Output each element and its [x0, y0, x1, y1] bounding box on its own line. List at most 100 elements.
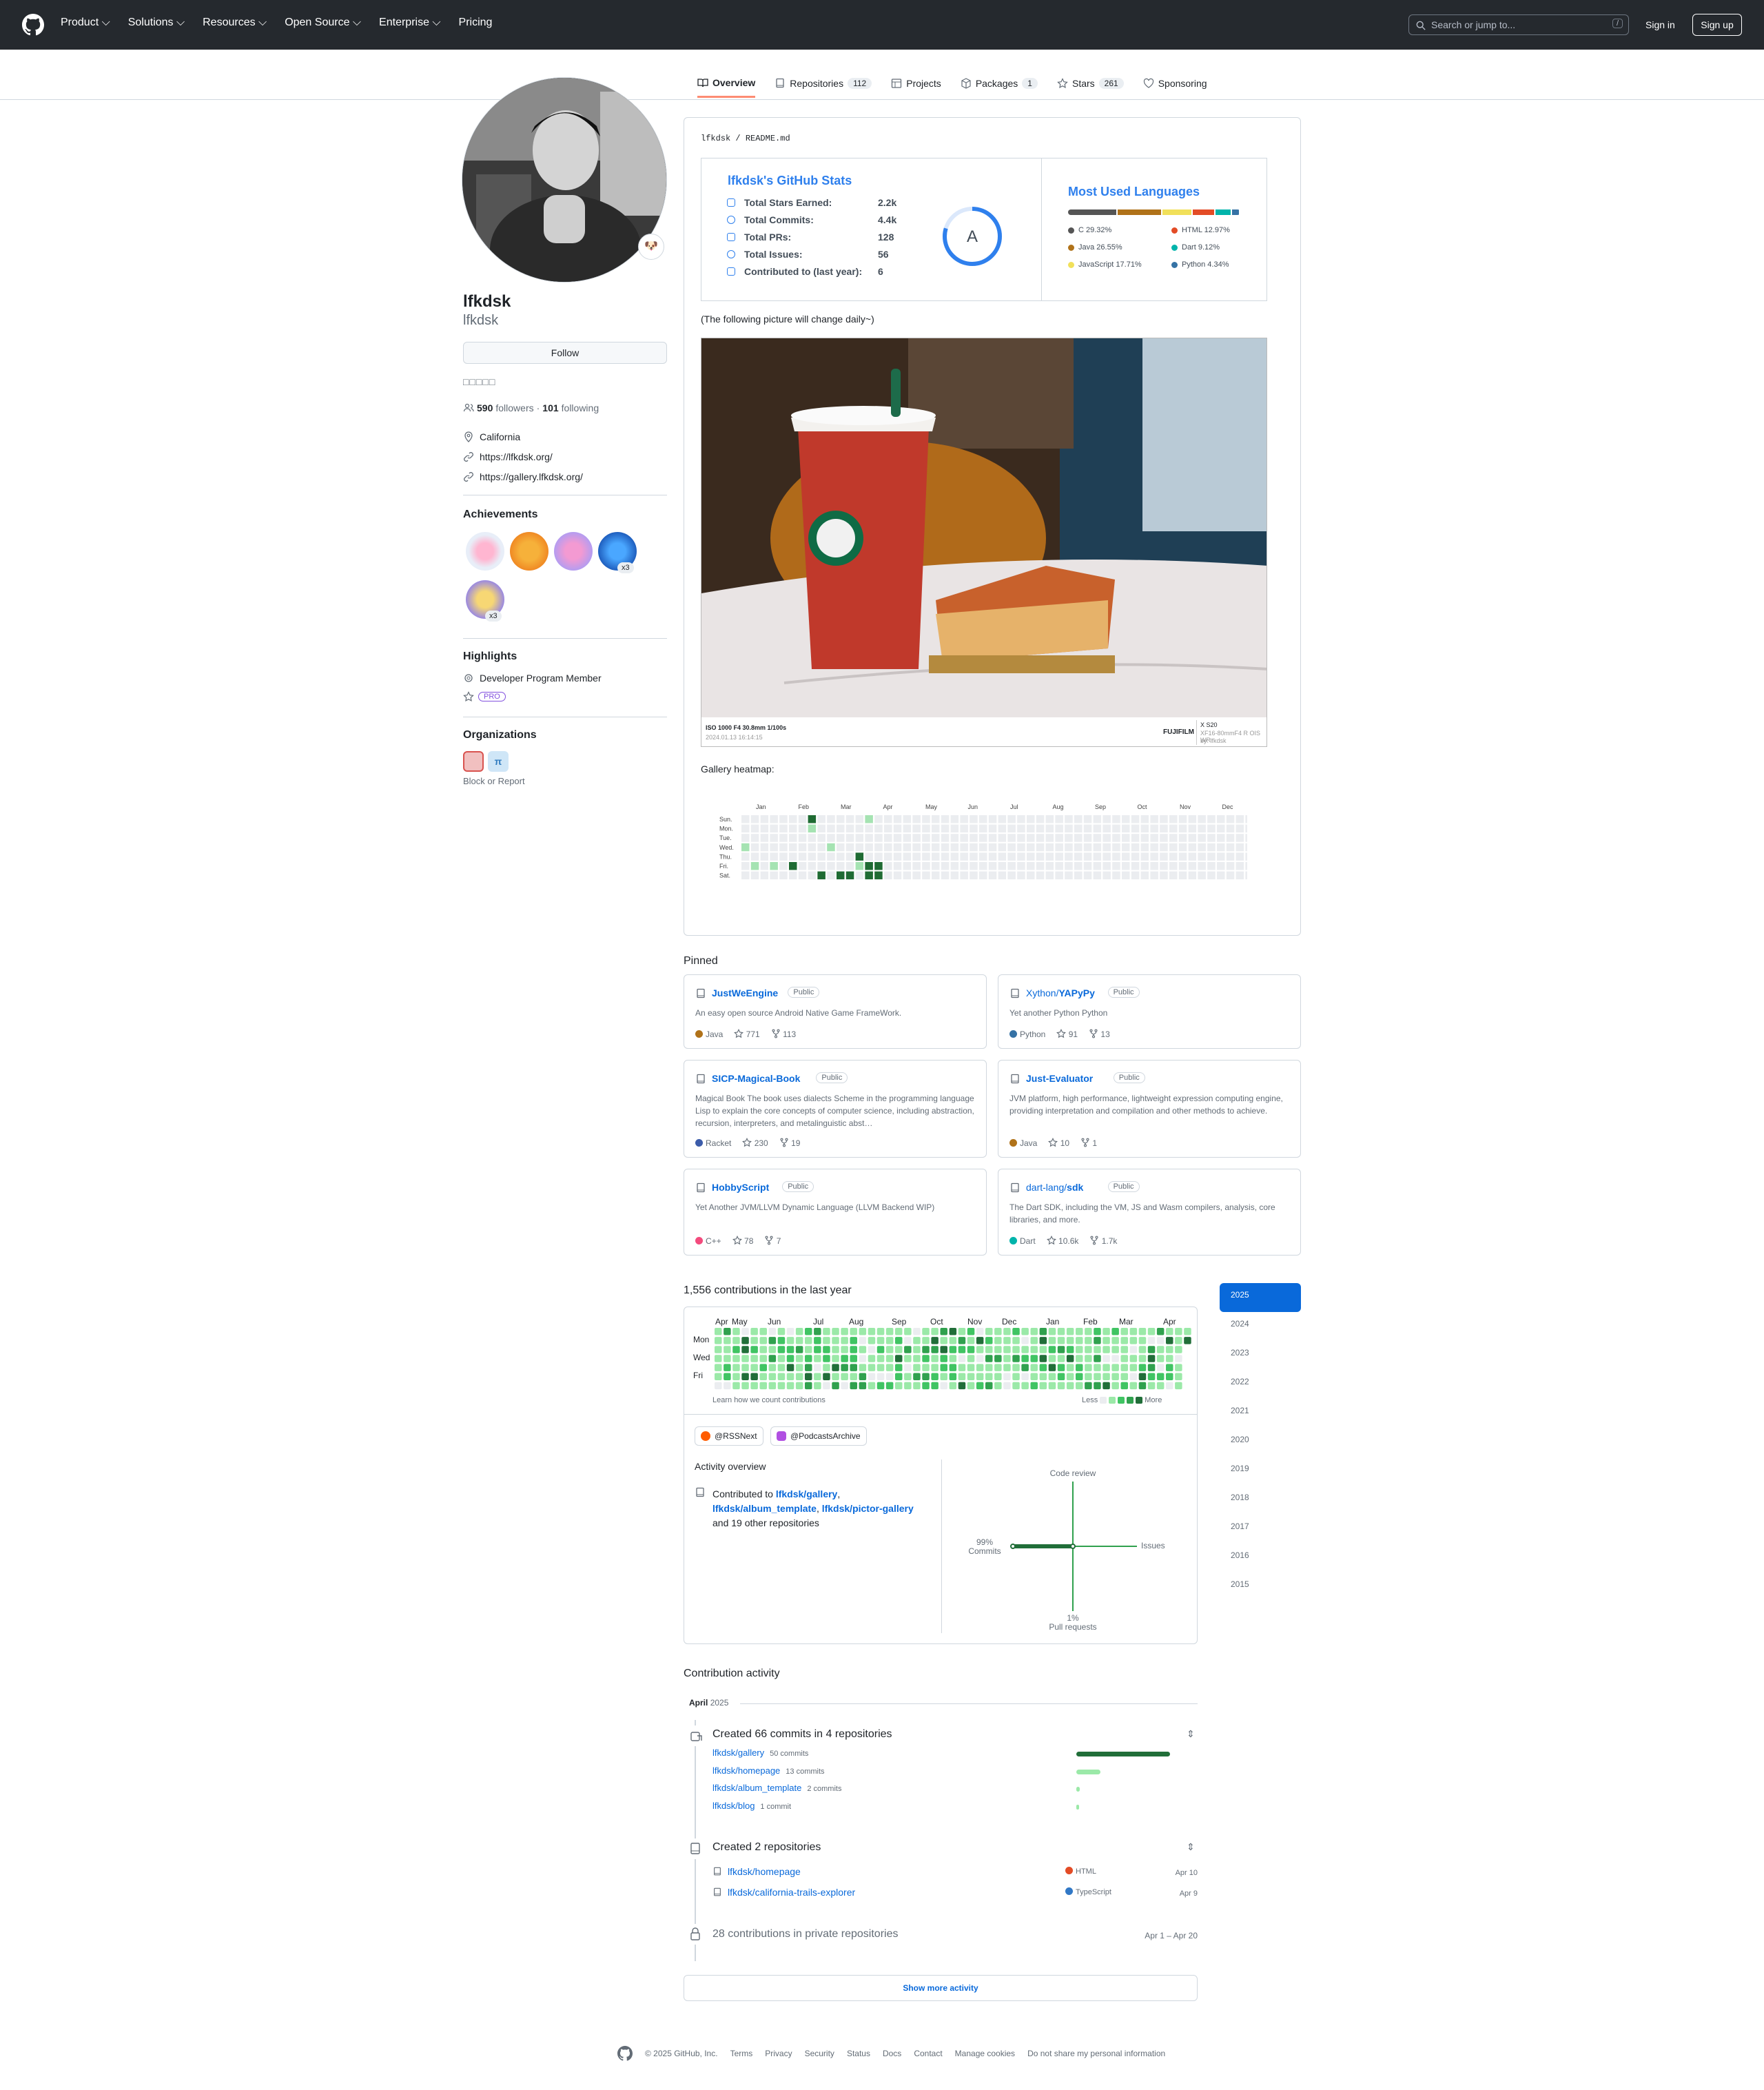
calendar-day-cell[interactable]	[795, 1346, 803, 1353]
repo-link[interactable]: lfkdsk/gallery	[776, 1488, 838, 1499]
calendar-day-cell[interactable]	[1039, 1337, 1047, 1344]
calendar-day-cell[interactable]	[759, 1364, 768, 1371]
pinned-repo-card[interactable]: JustWeEngine Public An easy open source An…	[684, 974, 987, 1049]
sign-in-link[interactable]: Sign in	[1645, 19, 1675, 30]
calendar-day-cell[interactable]	[1166, 1382, 1173, 1390]
calendar-day-cell[interactable]	[777, 1328, 786, 1335]
calendar-day-cell[interactable]	[786, 1337, 794, 1344]
calendar-day-cell[interactable]	[715, 1328, 722, 1335]
pinned-repo-name[interactable]: dart-lang/sdk	[1026, 1182, 1083, 1193]
org-avatar-rssnext[interactable]	[463, 751, 484, 772]
calendar-day-cell[interactable]	[1076, 1373, 1083, 1381]
calendar-day-cell[interactable]	[1057, 1355, 1065, 1362]
calendar-day-cell[interactable]	[823, 1373, 830, 1381]
calendar-day-cell[interactable]	[859, 1382, 867, 1390]
calendar-day-cell[interactable]	[759, 1337, 768, 1344]
calendar-day-cell[interactable]	[850, 1373, 858, 1381]
calendar-day-cell[interactable]	[967, 1355, 975, 1362]
calendar-day-cell[interactable]	[805, 1364, 812, 1371]
calendar-day-cell[interactable]	[1021, 1382, 1029, 1390]
calendar-day-cell[interactable]	[732, 1373, 740, 1381]
year-button[interactable]: 2021	[1220, 1399, 1301, 1428]
nav-enterprise[interactable]: Enterprise ⌵	[379, 17, 441, 29]
calendar-day-cell[interactable]	[1021, 1373, 1029, 1381]
calendar-day-cell[interactable]	[922, 1382, 930, 1390]
calendar-day-cell[interactable]	[1048, 1382, 1056, 1390]
calendar-day-cell[interactable]	[1021, 1355, 1029, 1362]
calendar-day-cell[interactable]	[1102, 1328, 1110, 1335]
nav-resources[interactable]: Resources ⌵	[203, 17, 267, 29]
calendar-day-cell[interactable]	[814, 1382, 821, 1390]
calendar-day-cell[interactable]	[832, 1364, 839, 1371]
pinned-repo-name[interactable]: Xython/YAPyPy	[1026, 987, 1095, 998]
calendar-day-cell[interactable]	[1085, 1373, 1092, 1381]
calendar-day-cell[interactable]	[741, 1328, 749, 1335]
calendar-day-cell[interactable]	[885, 1364, 894, 1371]
calendar-day-cell[interactable]	[904, 1346, 912, 1353]
calendar-day-cell[interactable]	[759, 1382, 768, 1390]
calendar-day-cell[interactable]	[805, 1373, 812, 1381]
calendar-day-cell[interactable]	[1175, 1364, 1182, 1371]
calendar-day-cell[interactable]	[913, 1373, 921, 1381]
repo-stars[interactable]: 78	[732, 1235, 753, 1246]
footer-link[interactable]: Status	[847, 2049, 870, 2058]
calendar-day-cell[interactable]	[732, 1346, 740, 1353]
calendar-day-cell[interactable]	[1021, 1337, 1029, 1344]
calendar-day-cell[interactable]	[1039, 1382, 1047, 1390]
year-button[interactable]: 2015	[1220, 1572, 1301, 1601]
calendar-day-cell[interactable]	[1085, 1346, 1092, 1353]
calendar-day-cell[interactable]	[1003, 1337, 1011, 1344]
calendar-day-cell[interactable]	[859, 1328, 867, 1335]
calendar-day-cell[interactable]	[741, 1355, 749, 1362]
year-button[interactable]: 2024	[1220, 1312, 1301, 1341]
calendar-day-cell[interactable]	[1066, 1373, 1074, 1381]
footer-link[interactable]: Manage cookies	[955, 2049, 1015, 2058]
calendar-day-cell[interactable]	[868, 1364, 876, 1371]
calendar-day-cell[interactable]	[1147, 1355, 1156, 1362]
calendar-day-cell[interactable]	[885, 1337, 894, 1344]
calendar-day-cell[interactable]	[850, 1328, 858, 1335]
pinned-repo-card[interactable]: Xython/YAPyPy Public Yet another Python Py…	[998, 974, 1301, 1049]
calendar-day-cell[interactable]	[1129, 1346, 1138, 1353]
calendar-day-cell[interactable]	[922, 1355, 930, 1362]
calendar-day-cell[interactable]	[750, 1364, 758, 1371]
calendar-day-cell[interactable]	[958, 1328, 966, 1335]
pinned-repo-card[interactable]: SICP-Magical-Book Public Magical Book The …	[684, 1060, 987, 1158]
calendar-day-cell[interactable]	[940, 1355, 948, 1362]
repo-title[interactable]: YAPyPy	[1058, 987, 1094, 998]
calendar-day-cell[interactable]	[922, 1337, 930, 1344]
calendar-day-cell[interactable]	[805, 1346, 812, 1353]
calendar-day-cell[interactable]	[1102, 1346, 1110, 1353]
calendar-day-cell[interactable]	[1102, 1355, 1110, 1362]
calendar-day-cell[interactable]	[1085, 1337, 1092, 1344]
calendar-day-cell[interactable]	[1175, 1346, 1182, 1353]
year-button[interactable]: 2019	[1220, 1457, 1301, 1486]
calendar-day-cell[interactable]	[904, 1337, 912, 1344]
calendar-day-cell[interactable]	[750, 1373, 758, 1381]
calendar-day-cell[interactable]	[922, 1328, 930, 1335]
repo-stars[interactable]: 10.6k	[1046, 1235, 1078, 1246]
nav-pricing[interactable]: Pricing	[459, 17, 493, 29]
repo-link[interactable]: lfkdsk/blog	[712, 1801, 755, 1811]
footer-link[interactable]: Docs	[883, 2049, 901, 2058]
calendar-day-cell[interactable]	[913, 1382, 921, 1390]
calendar-day-cell[interactable]	[876, 1337, 885, 1344]
repo-link[interactable]: lfkdsk/pictor-gallery	[822, 1503, 914, 1514]
calendar-day-cell[interactable]	[859, 1364, 867, 1371]
calendar-day-cell[interactable]	[850, 1355, 858, 1362]
calendar-day-cell[interactable]	[1120, 1346, 1129, 1353]
org-filter-rssnext[interactable]: @RSSNext	[695, 1426, 763, 1446]
calendar-day-cell[interactable]	[913, 1328, 921, 1335]
tab-packages[interactable]: Packages 1	[961, 74, 1038, 98]
calendar-day-cell[interactable]	[985, 1373, 993, 1381]
repo-owner[interactable]: Xython/	[1026, 987, 1058, 998]
calendar-day-cell[interactable]	[795, 1355, 803, 1362]
github-logo-icon[interactable]	[617, 2046, 633, 2061]
calendar-day-cell[interactable]	[1129, 1364, 1138, 1371]
calendar-day-cell[interactable]	[850, 1337, 858, 1344]
calendar-day-cell[interactable]	[931, 1328, 939, 1335]
calendar-day-cell[interactable]	[1085, 1382, 1092, 1390]
calendar-day-cell[interactable]	[715, 1364, 722, 1371]
nav-product[interactable]: Product ⌵	[61, 17, 110, 29]
calendar-day-cell[interactable]	[750, 1382, 758, 1390]
